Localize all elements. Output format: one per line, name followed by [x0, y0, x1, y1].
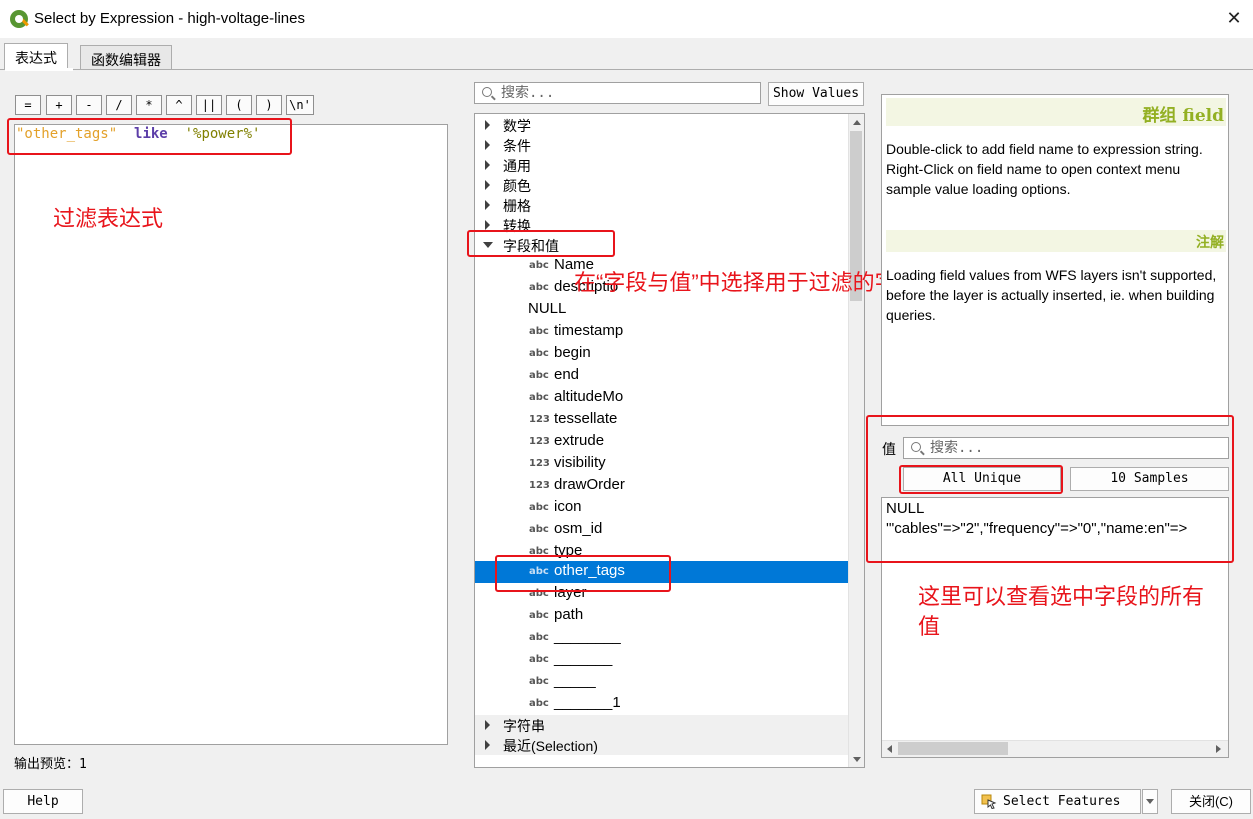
field-item-begin[interactable]: abc begin [475, 343, 848, 365]
tree-group-conditionals[interactable]: 条件 [475, 135, 848, 155]
all-unique-highlight-box [899, 465, 1063, 494]
tab-divider [0, 69, 1253, 70]
chevron-down-icon [1146, 799, 1154, 804]
field-item-end[interactable]: abc end [475, 365, 848, 387]
field-type-icon: abc [529, 654, 549, 665]
annotation-choose-field: 在“字段与值”中选择用于过滤的字段 [574, 270, 919, 295]
tree-group-general[interactable]: 通用 [475, 155, 848, 175]
operator-equals-button[interactable]: = [15, 95, 41, 115]
annotation-filter-expression: 过滤表达式 [53, 206, 164, 231]
tree-group-color[interactable]: 颜色 [475, 175, 848, 195]
field-type-icon: abc [529, 392, 549, 403]
expand-arrow-icon[interactable] [485, 720, 490, 730]
operator-divide-button[interactable]: / [106, 95, 132, 115]
selected-field-highlight-box [495, 555, 671, 592]
expand-arrow-icon[interactable] [485, 200, 490, 210]
operator-open-paren-button[interactable]: ( [226, 95, 252, 115]
show-values-button[interactable]: Show Values [768, 82, 864, 106]
active-tab-joiner [5, 68, 73, 71]
field-type-icon: abc [529, 260, 549, 271]
tree-group-recent[interactable]: 最近(Selection) [475, 735, 848, 755]
expand-arrow-icon[interactable] [485, 740, 490, 750]
values-hscrollbar-thumb[interactable] [898, 742, 1008, 755]
operator-concat-button[interactable]: || [196, 95, 222, 115]
field-type-icon: abc [529, 348, 549, 359]
field-item-visibility[interactable]: 123 visibility [475, 453, 848, 475]
help-button[interactable]: Help [3, 789, 83, 814]
annotation-view-values-line1: 这里可以查看选中字段的所有 [918, 584, 1205, 609]
expression-highlight-box [7, 118, 292, 155]
field-type-icon: abc [529, 370, 549, 381]
field-type-icon: abc [529, 676, 549, 687]
scroll-right-icon[interactable] [1216, 745, 1221, 753]
field-item-blank-3[interactable]: abc _____ [475, 671, 848, 693]
field-type-icon: 123 [529, 458, 550, 469]
help-title: 群组 field [1142, 106, 1224, 126]
field-item-draworder[interactable]: 123 drawOrder [475, 475, 848, 497]
annotation-view-values: 这里可以查看选中字段的所有 值 [918, 582, 1204, 642]
close-window-icon[interactable]: ✕ [1222, 6, 1246, 30]
tree-group-raster[interactable]: 栅格 [475, 195, 848, 215]
select-features-icon [981, 793, 997, 810]
field-type-icon: abc [529, 698, 549, 709]
expand-arrow-icon[interactable] [485, 140, 490, 150]
operator-newline-button[interactable]: \n' [286, 95, 314, 115]
field-type-icon: abc [529, 326, 549, 337]
field-type-icon: abc [529, 610, 549, 621]
scroll-down-icon[interactable] [853, 757, 861, 762]
tab-expression[interactable]: 表达式 [4, 43, 68, 70]
field-item-tessellate[interactable]: 123 tessellate [475, 409, 848, 431]
field-item-null[interactable]: NULL [475, 299, 848, 321]
operator-power-button[interactable]: ^ [166, 95, 192, 115]
field-item-timestamp[interactable]: abc timestamp [475, 321, 848, 343]
field-item-osm-id[interactable]: abc osm_id [475, 519, 848, 541]
expand-arrow-icon[interactable] [485, 120, 490, 130]
field-type-icon: abc [529, 502, 549, 513]
field-type-icon: abc [529, 524, 549, 535]
field-type-icon: abc [529, 632, 549, 643]
field-item-blank-1[interactable]: abc ________ [475, 627, 848, 649]
field-type-icon: 123 [529, 480, 550, 491]
operator-minus-button[interactable]: - [76, 95, 102, 115]
field-item-extrude[interactable]: 123 extrude [475, 431, 848, 453]
field-item-altitudemo[interactable]: abc altitudeMo [475, 387, 848, 409]
expand-arrow-icon[interactable] [485, 220, 490, 230]
expand-arrow-icon[interactable] [485, 160, 490, 170]
field-type-icon: abc [529, 282, 549, 293]
operator-multiply-button[interactable]: * [136, 95, 162, 115]
function-search-input[interactable] [501, 84, 729, 102]
function-search[interactable] [474, 82, 761, 104]
expand-arrow-icon[interactable] [485, 180, 490, 190]
operator-close-paren-button[interactable]: ) [256, 95, 282, 115]
qgis-logo-icon [10, 10, 29, 28]
window-title: Select by Expression - high-voltage-line… [34, 10, 305, 27]
field-item-blank-2[interactable]: abc _______ [475, 649, 848, 671]
select-features-dropdown[interactable] [1142, 789, 1158, 814]
field-type-icon: 123 [529, 436, 550, 447]
close-button[interactable]: 关闭(C) [1171, 789, 1251, 814]
help-body: Double-click to add field name to expres… [886, 141, 1203, 197]
scroll-up-icon[interactable] [853, 120, 861, 125]
tab-function-editor[interactable]: 函数编辑器 [80, 45, 172, 70]
scroll-left-icon[interactable] [887, 745, 892, 753]
field-item-path[interactable]: abc path [475, 605, 848, 627]
tree-group-math[interactable]: 数学 [475, 115, 848, 135]
note-title: 注解 [1196, 234, 1224, 250]
field-item-icon[interactable]: abc icon [475, 497, 848, 519]
fields-group-highlight-box [467, 230, 615, 257]
function-tree[interactable]: 数学 条件 通用 颜色 栅格 转换 字段和值 abc Name abc descri… [474, 113, 865, 768]
field-type-icon: 123 [529, 414, 550, 425]
output-preview: 输出预览：1 [14, 757, 87, 772]
note-body: Loading field values from WFS layers isn… [886, 267, 1217, 323]
help-header: 群组 field [886, 98, 1226, 126]
annotation-view-values-line2: 值 [918, 614, 941, 639]
search-icon [482, 87, 492, 97]
field-item-blank-4[interactable]: abc _______1 [475, 693, 848, 715]
operator-plus-button[interactable]: + [46, 95, 72, 115]
select-features-button[interactable]: Select Features [974, 789, 1141, 814]
note-header: 注解 [886, 230, 1226, 252]
tree-group-string[interactable]: 字符串 [475, 715, 848, 735]
